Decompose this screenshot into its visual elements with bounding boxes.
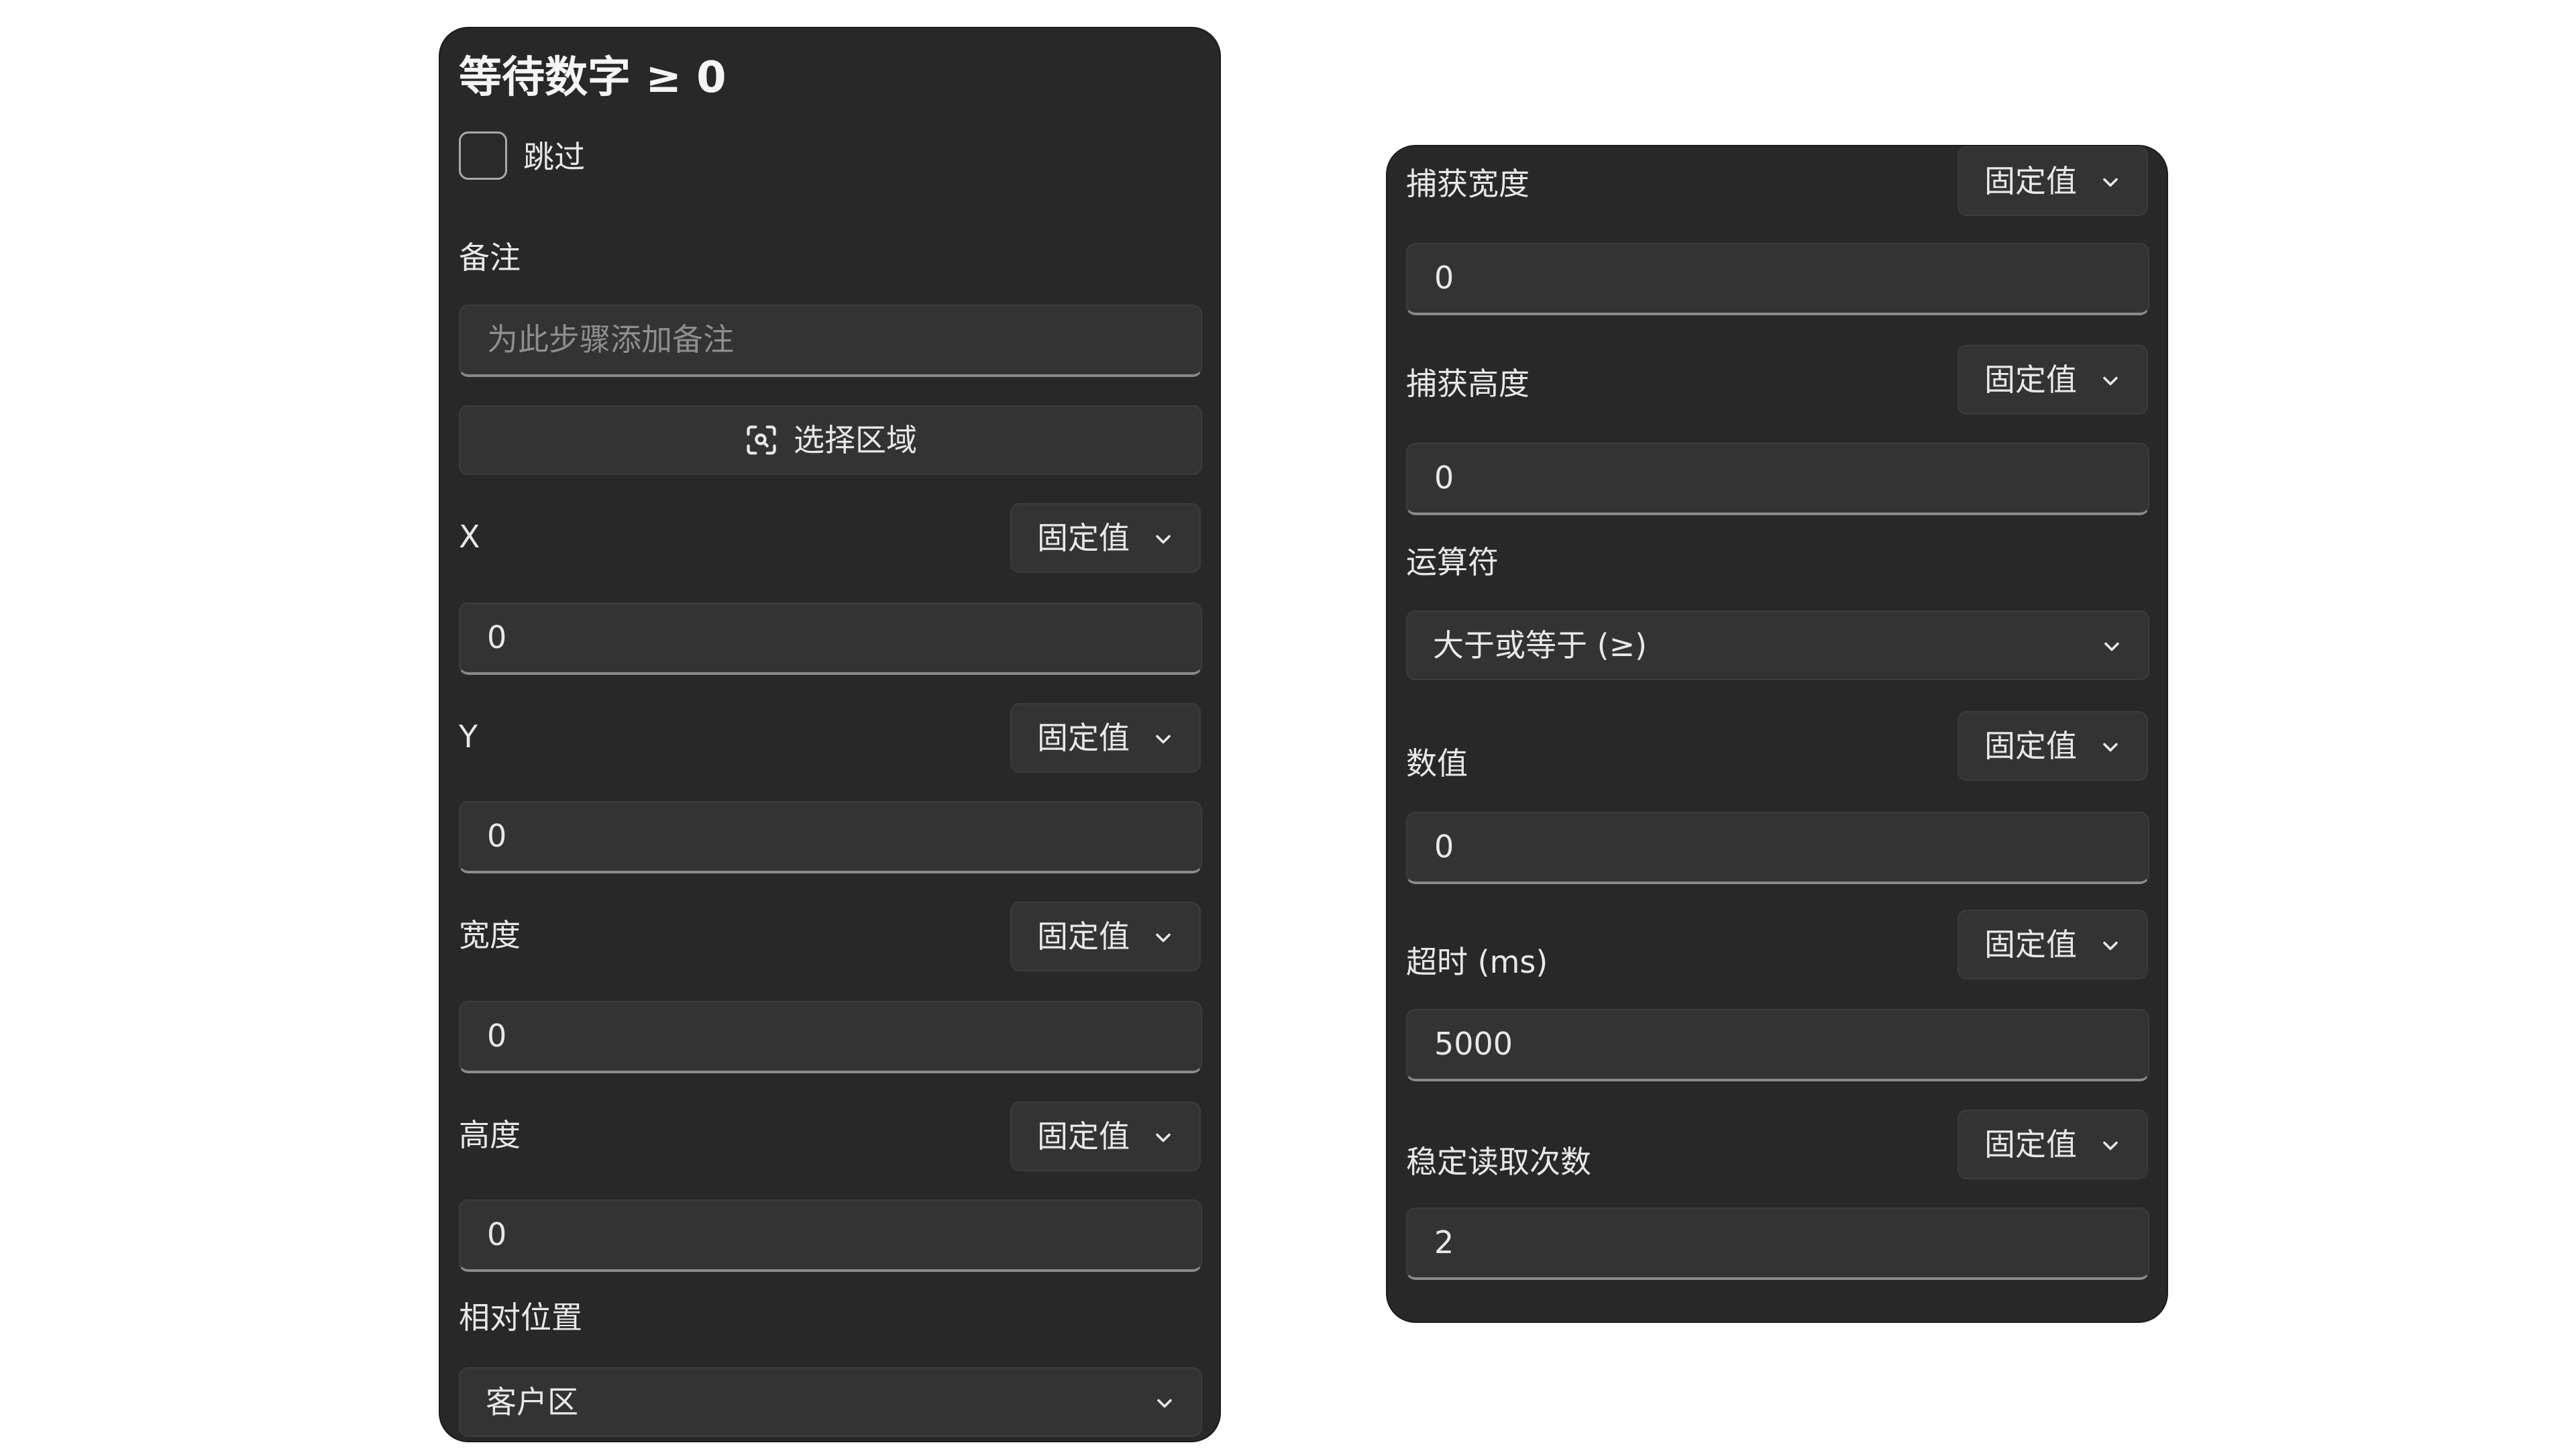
field-label-capture-height: 捕获高度 (1406, 366, 1529, 402)
x-input[interactable]: 0 (459, 602, 1202, 675)
mode-dropdown-height[interactable]: 固定值 (1010, 1102, 1201, 1171)
chevron-down-icon (2103, 1141, 2118, 1150)
mode-dropdown-label: 固定值 (1984, 728, 2077, 764)
chevron-down-icon (1156, 735, 1171, 744)
step-settings-panel-right: 捕获宽度 固定值 0 捕获高度 固定值 0 运算符 大于或等于 (≥) 数值 固… (1386, 145, 2168, 1323)
field-label-width: 宽度 (459, 917, 521, 953)
operator-label: 运算符 (1406, 544, 1499, 580)
mode-dropdown-y[interactable]: 固定值 (1010, 703, 1201, 773)
select-region-label: 选择区域 (794, 422, 917, 458)
mode-dropdown-capture-height[interactable]: 固定值 (1957, 345, 2148, 415)
capture-height-input[interactable]: 0 (1406, 443, 2149, 515)
step-title: 等待数字 ≥ 0 (459, 53, 727, 103)
field-label-height: 高度 (459, 1117, 521, 1153)
field-label-stable-reads: 稳定读取次数 (1406, 1144, 1591, 1180)
field-label-x: X (459, 519, 480, 555)
timeout-input[interactable]: 5000 (1406, 1009, 2149, 1081)
step-settings-panel-left: 等待数字 ≥ 0 跳过 备注 为此步骤添加备注 选择区域 X 固定值 0 Y 固… (439, 27, 1221, 1442)
mode-dropdown-label: 固定值 (1984, 163, 2077, 199)
capture-width-input[interactable]: 0 (1406, 243, 2149, 315)
value-input[interactable]: 0 (1406, 812, 2149, 884)
mode-dropdown-width[interactable]: 固定值 (1010, 902, 1201, 971)
height-input[interactable]: 0 (459, 1199, 1202, 1272)
y-input[interactable]: 0 (459, 801, 1202, 873)
field-label-capture-width: 捕获宽度 (1406, 166, 1529, 202)
chevron-down-icon (2104, 642, 2119, 651)
width-input[interactable]: 0 (459, 1001, 1202, 1073)
chevron-down-icon (1156, 1133, 1171, 1142)
mode-dropdown-x[interactable]: 固定值 (1010, 503, 1201, 573)
field-label-value: 数值 (1406, 745, 1468, 782)
chevron-down-icon (1156, 535, 1171, 544)
mode-dropdown-stable-reads[interactable]: 固定值 (1957, 1110, 2148, 1179)
note-label: 备注 (459, 239, 521, 276)
mode-dropdown-label: 固定值 (1037, 720, 1130, 756)
mode-dropdown-label: 固定值 (1984, 362, 2077, 398)
focus-scan-icon (747, 425, 776, 455)
mode-dropdown-label: 固定值 (1037, 1118, 1130, 1155)
operator-value: 大于或等于 (≥) (1433, 627, 1648, 663)
select-region-button[interactable]: 选择区域 (459, 405, 1202, 475)
skip-checkbox[interactable] (459, 131, 507, 180)
chevron-down-icon (1156, 933, 1171, 943)
relative-position-value: 客户区 (486, 1384, 578, 1420)
mode-dropdown-label: 固定值 (1037, 918, 1130, 955)
field-label-timeout: 超时 (ms) (1406, 944, 1548, 980)
note-input[interactable]: 为此步骤添加备注 (459, 305, 1202, 377)
mode-dropdown-label: 固定值 (1984, 1126, 2077, 1163)
chevron-down-icon (2103, 178, 2118, 187)
mode-dropdown-capture-width[interactable]: 固定值 (1957, 146, 2148, 216)
relative-position-select[interactable]: 客户区 (459, 1367, 1202, 1437)
mode-dropdown-timeout[interactable]: 固定值 (1957, 910, 2148, 979)
chevron-down-icon (2103, 941, 2118, 951)
stable-reads-input[interactable]: 2 (1406, 1208, 2149, 1280)
field-label-y: Y (459, 718, 478, 755)
chevron-down-icon (2103, 743, 2118, 752)
chevron-down-icon (2103, 376, 2118, 386)
chevron-down-icon (1157, 1399, 1172, 1408)
mode-dropdown-label: 固定值 (1037, 520, 1130, 556)
mode-dropdown-label: 固定值 (1984, 926, 2077, 963)
skip-label: 跳过 (523, 139, 585, 175)
mode-dropdown-value[interactable]: 固定值 (1957, 711, 2148, 781)
relative-position-label: 相对位置 (459, 1299, 582, 1336)
operator-select[interactable]: 大于或等于 (≥) (1406, 610, 2149, 680)
